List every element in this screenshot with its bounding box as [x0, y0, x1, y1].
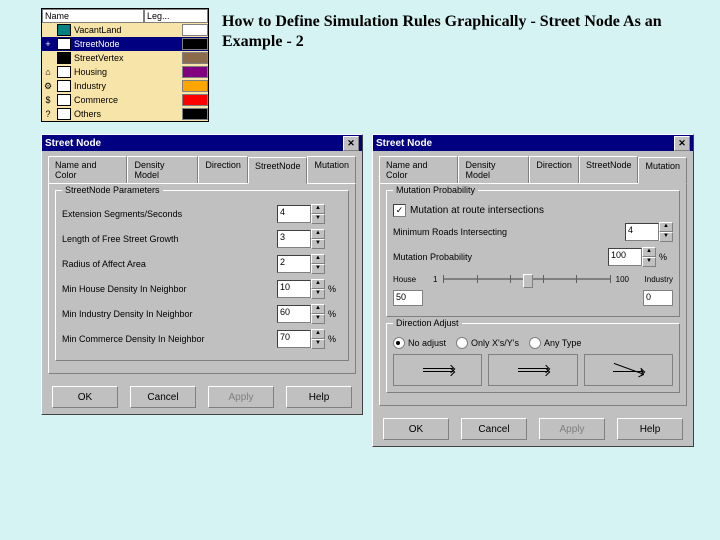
- radio-no-adjust[interactable]: No adjust: [393, 337, 446, 349]
- legend-header-name[interactable]: Name: [42, 9, 144, 23]
- tab-density-model[interactable]: Density Model: [127, 156, 198, 183]
- legend-row[interactable]: +StreetNode: [42, 37, 208, 51]
- slider-label-left: House: [393, 275, 433, 284]
- tab-streetnode[interactable]: StreetNode: [248, 157, 308, 184]
- close-icon[interactable]: ✕: [343, 136, 359, 151]
- chevron-down-icon[interactable]: ▼: [311, 264, 325, 274]
- min-roads-input[interactable]: 4 ▲▼: [625, 222, 673, 242]
- ok-button[interactable]: OK: [383, 418, 449, 440]
- field-label: Min Commerce Density In Neighbor: [62, 334, 277, 344]
- dialog-streetnode-mutation: Street Node ✕ Name and ColorDensity Mode…: [372, 134, 694, 447]
- chevron-up-icon[interactable]: ▲: [311, 304, 325, 314]
- chevron-up-icon[interactable]: ▲: [642, 247, 656, 257]
- cancel-button[interactable]: Cancel: [461, 418, 527, 440]
- slider-value-right[interactable]: 0: [643, 290, 673, 306]
- legend-row[interactable]: ⌂Housing: [42, 65, 208, 79]
- chevron-up-icon[interactable]: ▲: [311, 329, 325, 339]
- dialog-title: Street Node: [376, 138, 432, 149]
- legend-window: Name Leg... VacantLand+StreetNodeStreetV…: [41, 8, 209, 122]
- spin-input[interactable]: 60▲▼: [277, 304, 325, 324]
- spin-input[interactable]: 4▲▼: [277, 204, 325, 224]
- help-button[interactable]: Help: [617, 418, 683, 440]
- density-slider[interactable]: [443, 272, 609, 286]
- chevron-down-icon[interactable]: ▼: [311, 339, 325, 349]
- chevron-down-icon[interactable]: ▼: [311, 214, 325, 224]
- checkbox-label: Mutation at route intersections: [410, 205, 544, 216]
- tab-name-and-color[interactable]: Name and Color: [379, 156, 458, 183]
- field-label: Min Industry Density In Neighbor: [62, 309, 277, 319]
- direction-diagram-xy: [488, 354, 577, 386]
- dialog-streetnode-params: Street Node ✕ Name and ColorDensity Mode…: [41, 134, 363, 415]
- apply-button[interactable]: Apply: [539, 418, 605, 440]
- legend-header-leg[interactable]: Leg...: [144, 9, 208, 23]
- radio-any-type[interactable]: Any Type: [529, 337, 581, 349]
- field-label: Extension Segments/Seconds: [62, 209, 277, 219]
- cancel-button[interactable]: Cancel: [130, 386, 196, 408]
- field-label: Radius of Affect Area: [62, 259, 277, 269]
- chevron-down-icon[interactable]: ▼: [311, 289, 325, 299]
- field-label: Mutation Probability: [393, 252, 608, 262]
- slider-value-left[interactable]: 50: [393, 290, 423, 306]
- spin-input[interactable]: 70▲▼: [277, 329, 325, 349]
- chevron-up-icon[interactable]: ▲: [311, 254, 325, 264]
- legend-row[interactable]: VacantLand: [42, 23, 208, 37]
- group-title: Direction Adjust: [393, 318, 462, 328]
- tab-name-and-color[interactable]: Name and Color: [48, 156, 127, 183]
- unit-label: %: [659, 252, 673, 262]
- legend-row[interactable]: ?Others: [42, 107, 208, 121]
- field-label: Min House Density In Neighbor: [62, 284, 277, 294]
- slide-title: How to Define Simulation Rules Graphical…: [222, 12, 712, 52]
- unit-label: %: [328, 309, 342, 319]
- unit-label: %: [328, 334, 342, 344]
- chevron-up-icon[interactable]: ▲: [311, 204, 325, 214]
- direction-diagram-noadjust: [393, 354, 482, 386]
- tab-mutation[interactable]: Mutation: [307, 156, 356, 183]
- chevron-up-icon[interactable]: ▲: [311, 229, 325, 239]
- tab-direction[interactable]: Direction: [529, 156, 579, 183]
- spin-input[interactable]: 10▲▼: [277, 279, 325, 299]
- legend-row[interactable]: ⚙Industry: [42, 79, 208, 93]
- radio-only-x-s-y-s[interactable]: Only X's/Y's: [456, 337, 519, 349]
- group-title: Mutation Probability: [393, 185, 478, 195]
- spin-input[interactable]: 3▲▼: [277, 229, 325, 249]
- chevron-up-icon[interactable]: ▲: [311, 279, 325, 289]
- close-icon[interactable]: ✕: [674, 136, 690, 151]
- chevron-down-icon[interactable]: ▼: [311, 239, 325, 249]
- group-title: StreetNode Parameters: [62, 185, 163, 195]
- chevron-down-icon[interactable]: ▼: [659, 232, 673, 242]
- legend-row[interactable]: StreetVertex: [42, 51, 208, 65]
- legend-row[interactable]: $Commerce: [42, 93, 208, 107]
- field-label: Minimum Roads Intersecting: [393, 227, 625, 237]
- ok-button[interactable]: OK: [52, 386, 118, 408]
- mutation-prob-input[interactable]: 100 ▲▼: [608, 247, 656, 267]
- help-button[interactable]: Help: [286, 386, 352, 408]
- unit-label: %: [328, 284, 342, 294]
- direction-diagram-any: [584, 354, 673, 386]
- tab-density-model[interactable]: Density Model: [458, 156, 529, 183]
- chevron-up-icon[interactable]: ▲: [659, 222, 673, 232]
- chevron-down-icon[interactable]: ▼: [642, 257, 656, 267]
- tab-streetnode[interactable]: StreetNode: [579, 156, 639, 183]
- chevron-down-icon[interactable]: ▼: [311, 314, 325, 324]
- spin-input[interactable]: 2▲▼: [277, 254, 325, 274]
- tab-direction[interactable]: Direction: [198, 156, 248, 183]
- dialog-title: Street Node: [45, 138, 101, 149]
- slider-label-right: Industry: [629, 275, 673, 284]
- apply-button[interactable]: Apply: [208, 386, 274, 408]
- mutation-checkbox[interactable]: ✓: [393, 204, 406, 217]
- tab-mutation[interactable]: Mutation: [638, 157, 687, 184]
- field-label: Length of Free Street Growth: [62, 234, 277, 244]
